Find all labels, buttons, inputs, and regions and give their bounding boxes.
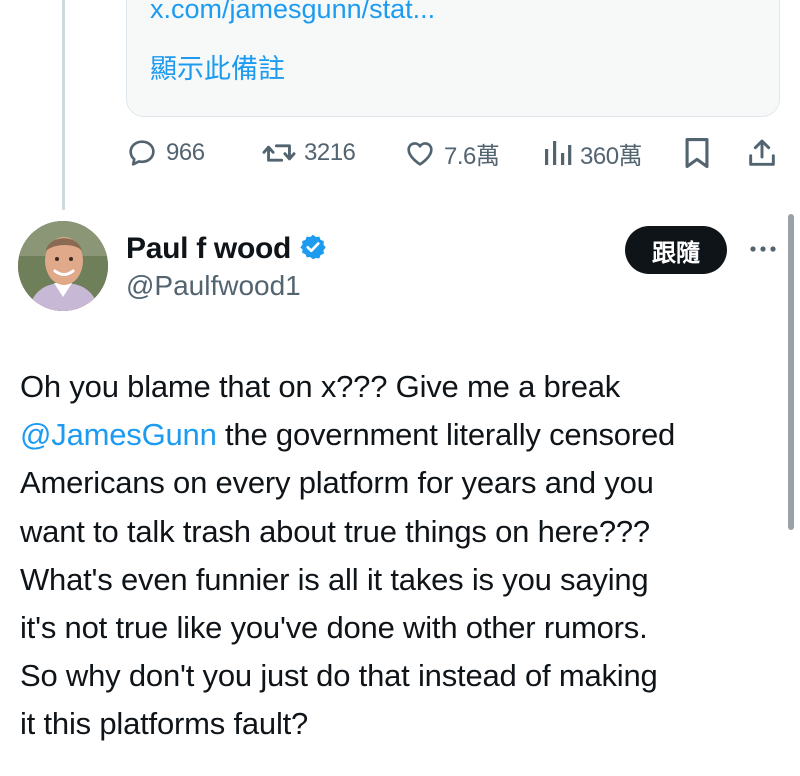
tweet-action-bar: 966 3216 7.6萬 360萬	[126, 133, 780, 173]
scrollbar[interactable]	[788, 214, 794, 530]
reply-button[interactable]: 966	[126, 133, 205, 173]
retweet-count: 3216	[304, 139, 356, 166]
more-options-button[interactable]	[748, 236, 778, 262]
bookmark-button[interactable]	[682, 133, 712, 173]
tweet-line: it this platforms fault?	[20, 706, 309, 742]
tweet-line: want to talk trash about true things on …	[20, 513, 650, 549]
tweet-text: Oh you blame that on x??? Give me a brea…	[20, 363, 780, 749]
heart-icon	[404, 137, 436, 169]
tweet-line: it's not true like you've done with othe…	[20, 610, 648, 646]
bookmark-icon	[682, 136, 712, 170]
tweet-line: Oh you blame that on x??? Give me a brea…	[20, 369, 621, 404]
tweet-line: Americans on every platform for years an…	[20, 465, 654, 501]
show-note-link[interactable]: 顯示此備註	[150, 47, 285, 86]
more-dots-icon	[748, 240, 778, 258]
speech-bubble-icon	[126, 137, 158, 169]
reply-count: 966	[166, 139, 205, 166]
verified-badge-icon	[299, 233, 327, 266]
share-button[interactable]	[746, 133, 778, 173]
tweet-line: So why don't you just do that instead of…	[20, 658, 658, 694]
tweet-line-text: the government literally censored	[216, 417, 676, 453]
author-name-row[interactable]: Paul f wood	[126, 232, 327, 266]
tweet-line: What's even funnier is all it takes is y…	[20, 561, 649, 597]
like-count: 7.6萬	[444, 142, 500, 170]
view-count: 360萬	[580, 142, 643, 170]
mention-link[interactable]: @JamesGunn	[20, 417, 217, 452]
author-handle[interactable]: @Paulfwood1	[126, 270, 301, 302]
like-button[interactable]: 7.6萬	[404, 133, 500, 173]
follow-button[interactable]: 跟隨	[625, 226, 727, 274]
tweet-line: @JamesGunn the government literally cens…	[20, 411, 780, 459]
thread-connector-line	[62, 0, 65, 210]
views-button[interactable]: 360萬	[542, 133, 643, 173]
share-upload-icon	[746, 136, 778, 170]
quoted-link[interactable]: x.com/jamesgunn/stat...	[150, 0, 435, 25]
bar-chart-icon	[542, 137, 572, 169]
author-name[interactable]: Paul f wood	[126, 232, 291, 266]
retweet-button[interactable]: 3216	[262, 133, 356, 173]
avatar[interactable]	[18, 221, 108, 311]
tweet-thread-view: x.com/jamesgunn/stat... 顯示此備註 966 3216 7…	[0, 0, 800, 776]
retweet-arrows-icon	[262, 137, 296, 169]
